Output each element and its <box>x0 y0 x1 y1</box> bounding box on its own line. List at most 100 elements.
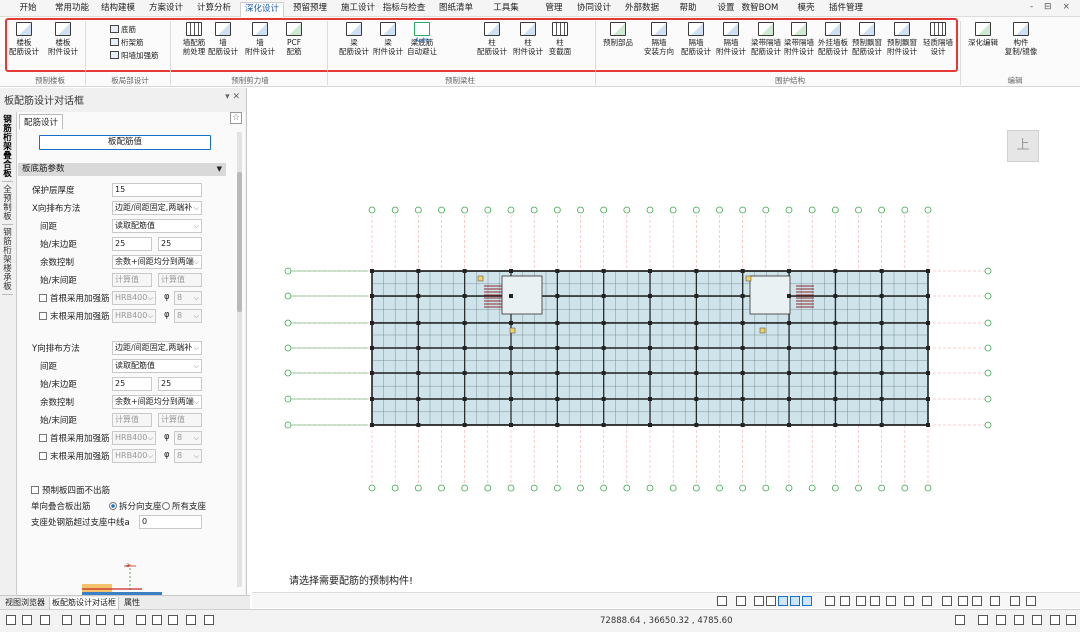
tab-view-browser[interactable]: 视图浏览器 <box>3 597 47 609</box>
snap-tool-icon[interactable] <box>955 615 965 625</box>
ribbon-button[interactable]: 预制飘窗 附件设计 <box>884 22 920 56</box>
last-bar-checkbox[interactable]: 末根采用加强筋 <box>39 450 110 462</box>
view-tool-icon[interactable] <box>870 596 880 606</box>
view-tool-icon[interactable] <box>990 596 1000 606</box>
view-tool-icon[interactable] <box>922 596 932 606</box>
status-tool-icon[interactable] <box>136 615 146 625</box>
remainder-select[interactable]: 余数+间距均分到两端 ⌵ <box>112 255 202 269</box>
corner-reinforce-button[interactable]: 阳墙加强筋 <box>110 50 159 61</box>
menu-tab[interactable]: 图纸清单 <box>434 2 478 17</box>
ribbon-button[interactable]: 隔墙 配筋设计 <box>678 22 714 56</box>
view-tool-icon[interactable] <box>717 596 727 606</box>
menu-tab[interactable]: 插件管理 <box>824 2 868 17</box>
radio[interactable] <box>109 502 117 510</box>
drawing-canvas[interactable] <box>248 88 1080 592</box>
menu-tab[interactable]: 指标与检查 <box>382 2 426 17</box>
view-tool-icon[interactable] <box>825 596 835 606</box>
snap-tool-icon[interactable] <box>996 615 1006 625</box>
y-method-select[interactable]: 边距/间距固定,两端补 ⌵ <box>112 341 202 355</box>
menu-tab[interactable]: 管理 <box>532 2 576 17</box>
floor-plan[interactable] <box>248 88 1080 592</box>
menu-tab[interactable]: 数智BOM <box>738 2 782 17</box>
ribbon-button[interactable]: 梁 附件设计 <box>370 22 406 56</box>
radio[interactable] <box>162 502 170 510</box>
spacing-select[interactable]: 读取配筋值 ⌵ <box>112 359 202 373</box>
scroll-thumb[interactable] <box>237 172 242 312</box>
ribbon-button[interactable]: 外挂墙板 配筋设计 <box>815 22 851 56</box>
menu-tab[interactable]: 工具集 <box>484 2 528 17</box>
view-tool-icon[interactable] <box>736 596 746 606</box>
ribbon-button[interactable]: 楼板 附件设计 <box>45 22 81 56</box>
ribbon-button[interactable]: 梁带隔墙 配筋设计 <box>748 22 784 56</box>
radio-split-support[interactable]: 拆分向支座 <box>109 500 162 512</box>
view-tool-icon[interactable] <box>1010 596 1020 606</box>
checkbox[interactable] <box>39 434 47 442</box>
ribbon-button[interactable]: 柱 配筋设计 <box>474 22 510 56</box>
view-tool-icon[interactable] <box>840 596 850 606</box>
section-header[interactable]: 板底筋参数 ▼ <box>18 163 226 176</box>
menu-tab[interactable]: 协同设计 <box>572 2 616 17</box>
ribbon-button[interactable]: 预制飘窗 配筋设计 <box>849 22 885 56</box>
snap-tool-icon[interactable] <box>978 615 988 625</box>
menu-tab[interactable]: 深化设计 <box>240 2 284 17</box>
status-tool-icon[interactable] <box>62 615 72 625</box>
menu-tab[interactable]: 计算分析 <box>192 2 236 17</box>
viewcube-top[interactable]: 上 <box>1007 130 1039 162</box>
first-bar-checkbox[interactable]: 首根采用加强筋 <box>39 432 110 444</box>
status-tool-icon[interactable] <box>114 615 124 625</box>
menu-tab[interactable]: 施工设计 <box>336 2 380 17</box>
window-controls[interactable]: - ⊟ × <box>1030 2 1074 12</box>
view-tool-icon[interactable] <box>958 596 968 606</box>
status-tool-icon[interactable] <box>96 615 106 625</box>
checkbox[interactable] <box>31 486 39 494</box>
view-tool-icon[interactable] <box>856 596 866 606</box>
snap-tool-icon[interactable] <box>1050 615 1060 625</box>
menu-tab[interactable]: 常用功能 <box>50 2 94 17</box>
vtab-truss-slab[interactable]: 钢筋桁架叠合板 <box>2 114 13 182</box>
vtab-full-precast[interactable]: 全预制板 <box>2 184 13 225</box>
ribbon-button[interactable]: 柱 变截面 <box>542 22 578 56</box>
view-tool-icon[interactable] <box>766 596 776 606</box>
tab-reinforcement-design[interactable]: 配筋设计 <box>19 114 64 129</box>
ribbon-button[interactable]: 柱 附件设计 <box>510 22 546 56</box>
ribbon-button[interactable]: 墙 配筋设计 <box>205 22 241 56</box>
ribbon-button[interactable]: 隔墙 安装方向 <box>641 22 677 56</box>
radio-all-support[interactable]: 所有支座 <box>162 500 206 512</box>
view-tool-icon[interactable] <box>904 596 914 606</box>
snap-tool-icon[interactable] <box>1014 615 1024 625</box>
tab-properties[interactable]: 属性 <box>122 597 142 609</box>
pin-star-icon[interactable]: ☆ <box>230 112 242 124</box>
view-tool-icon[interactable] <box>802 596 812 606</box>
cover-thickness-input[interactable]: 15 <box>112 183 202 197</box>
ribbon-button[interactable]: 深化编辑 <box>965 22 1001 47</box>
checkbox[interactable] <box>39 312 47 320</box>
view-tool-icon[interactable] <box>1026 596 1036 606</box>
bottom-bar-button[interactable]: 底筋 <box>110 24 136 35</box>
status-tool-icon[interactable] <box>152 615 162 625</box>
ribbon-button[interactable]: 隔墙 附件设计 <box>713 22 749 56</box>
checkbox[interactable] <box>39 452 47 460</box>
edge-end-input[interactable]: 25 <box>158 237 202 251</box>
panel-controls[interactable]: ▾ ✕ <box>225 92 240 102</box>
menu-tab[interactable]: 外部数据 <box>620 2 664 17</box>
panel-scrollbar[interactable] <box>237 132 242 587</box>
snap-tool-icon[interactable] <box>1032 615 1042 625</box>
view-tool-icon[interactable] <box>778 596 788 606</box>
edge-start-input[interactable]: 25 <box>112 377 152 391</box>
menu-tab[interactable]: 方案设计 <box>144 2 188 17</box>
ribbon-button[interactable]: 楼板 配筋设计 <box>6 22 42 56</box>
ribbon-button[interactable]: 墙 附件设计 <box>242 22 278 56</box>
spacing-select[interactable]: 读取配筋值 ⌵ <box>112 219 202 233</box>
x-method-select[interactable]: 边距/间距固定,两端补 ⌵ <box>112 201 202 215</box>
status-tool-icon[interactable] <box>6 615 16 625</box>
slab-reinforcement-value-button[interactable]: 板配筋值 <box>39 135 211 150</box>
truss-bar-button[interactable]: 桁架筋 <box>110 37 144 48</box>
status-tool-icon[interactable] <box>204 615 214 625</box>
view-tool-icon[interactable] <box>886 596 896 606</box>
view-tool-icon[interactable] <box>942 596 952 606</box>
ribbon-button[interactable]: 轻质隔墙 设计 <box>920 22 956 56</box>
view-tool-icon[interactable] <box>790 596 800 606</box>
ribbon-button[interactable]: PCF 配筋 <box>276 22 312 56</box>
menu-tab[interactable]: 结构建模 <box>96 2 140 17</box>
status-tool-icon[interactable] <box>80 615 90 625</box>
